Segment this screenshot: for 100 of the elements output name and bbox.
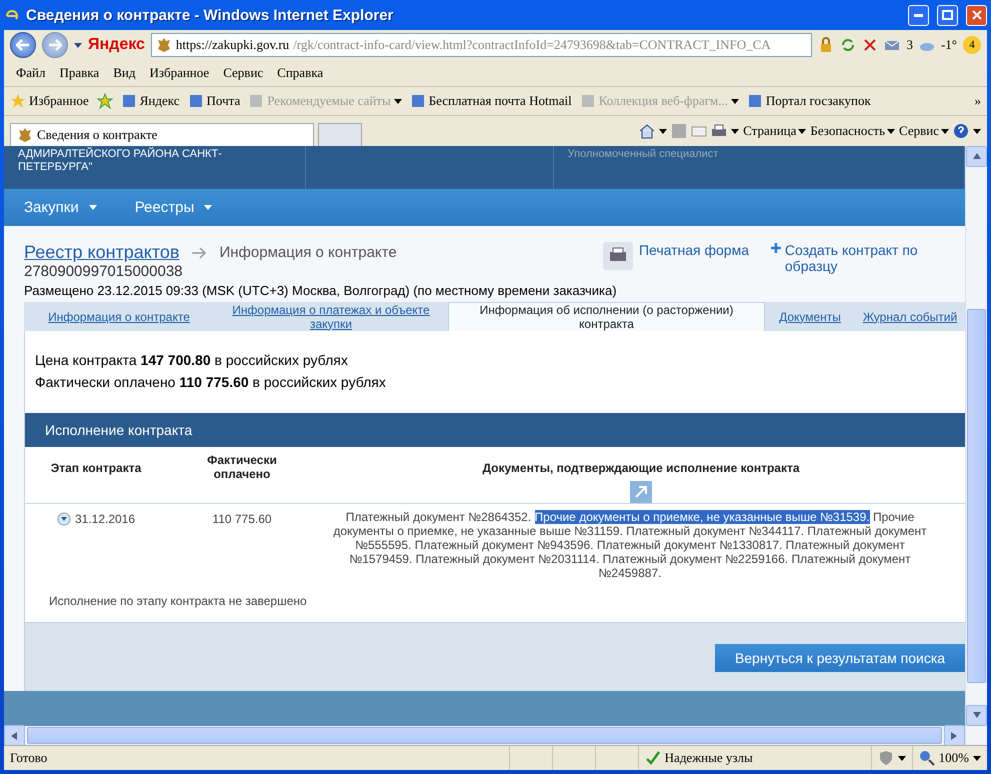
printer-icon: [711, 123, 728, 139]
nav-menu[interactable]: Закупки: [24, 199, 97, 216]
window-title: Сведения о контракте - Windows Internet Explorer: [26, 6, 394, 24]
command-menu[interactable]: Сервис: [899, 123, 949, 139]
emblem-icon: [17, 127, 33, 143]
close-icon: [972, 10, 982, 20]
page-tab[interactable]: Журнал событий: [855, 302, 965, 331]
favorite-link[interactable]: Яндекс: [120, 93, 180, 109]
back-button[interactable]: [10, 32, 36, 58]
caret-down-icon: [973, 756, 981, 760]
column-header: Этап контракта: [50, 460, 142, 475]
nav-menu[interactable]: Реестры: [134, 199, 212, 216]
minimize-button[interactable]: [908, 4, 929, 26]
minimize-icon: [914, 14, 923, 16]
refresh-icon: [840, 37, 856, 53]
star-icon: [10, 93, 26, 109]
summary-line: Фактически оплачено 110 775.60 в российских рублях: [35, 373, 387, 392]
arrow-right-icon: [48, 39, 62, 51]
command-menu[interactable]: Страница: [743, 123, 806, 139]
arrow-up-icon: [972, 152, 980, 160]
page-icon: [410, 93, 426, 109]
page-icon: [580, 93, 596, 109]
emblem-icon: [156, 37, 172, 53]
arrow-down-icon: [972, 712, 980, 720]
menu-item[interactable]: Правка: [54, 65, 106, 81]
documents-text: Платежный документ №2864352. Прочие документы о приемке, не указанные выше №31539. Прочие документы о приемке, не указанные выше №31159. Платежный документ №344117. Платежный документ №555595. Платежный документ №943596. Платежный документ №1330817. Платежный документ №1579459. Платежный документ №2031114. Платежный документ №2259166. Платежный документ №2459887.: [332, 509, 928, 580]
page-icon: [188, 93, 204, 109]
favorite-link[interactable]: Бесплатная почта Hotmail: [410, 93, 572, 109]
address-field[interactable]: https://zakupki.gov.ru /rgk/contract-info-card/view.html?contractInfoId=24793698&tab=CONTRACT_INFO_CA: [150, 33, 812, 57]
caret-down-icon: [394, 98, 402, 104]
close-button[interactable]: [966, 4, 987, 26]
security-zone: Надежные узлы: [664, 750, 753, 766]
checkmark-icon: [644, 750, 661, 766]
help-icon: [953, 123, 969, 139]
browser-tab[interactable]: Сведения о контракте: [10, 123, 314, 146]
caret-down-icon: [941, 128, 949, 134]
scroll-right-button[interactable]: [944, 725, 965, 746]
caret-down-icon: [798, 128, 806, 134]
scroll-left-button[interactable]: [4, 725, 25, 746]
caret-down-icon: [204, 205, 212, 210]
caret-down-icon: [973, 128, 981, 134]
create-link[interactable]: Создать контракт по образцу: [784, 242, 941, 274]
arrow-right-icon: [191, 244, 208, 260]
stage-status: Исполнение по этапу контракта не завершено: [48, 593, 308, 610]
page-title: Информация о контракте: [219, 244, 397, 261]
shield-icon: [878, 750, 894, 766]
page-tab[interactable]: Документы: [765, 302, 855, 331]
weather-text: -1°: [940, 37, 957, 53]
favorite-link[interactable]: Портал госзакупок: [746, 93, 871, 109]
home-icon: [639, 123, 656, 139]
zoom-level[interactable]: 100%: [938, 750, 969, 766]
column-header: Фактически оплачено: [206, 452, 278, 481]
scroll-up-button[interactable]: [966, 146, 987, 167]
caret-down-icon: [887, 128, 896, 134]
breadcrumb-link[interactable]: Реестр контрактов: [24, 242, 180, 263]
page-icon: [120, 93, 137, 109]
caret-down-icon: [659, 128, 668, 134]
status-text: Готово: [9, 749, 48, 767]
page-icon: [746, 93, 763, 109]
command-menu[interactable]: Безопасность: [810, 123, 896, 139]
maximize-icon: [942, 10, 953, 20]
print-link[interactable]: Печатная форма: [638, 242, 749, 270]
favorites-button[interactable]: Избранное: [10, 93, 89, 109]
scroll-down-button[interactable]: [966, 705, 987, 726]
caret-down-icon: [898, 756, 906, 760]
plus-icon: [771, 242, 781, 254]
page-tab[interactable]: Информация о платежах и объекте закупки: [214, 302, 448, 331]
printer-icon: [602, 242, 633, 270]
stage-date: 31.12.2016: [74, 512, 136, 526]
expand-toggle-icon: [56, 512, 71, 526]
menu-item[interactable]: Файл: [10, 65, 52, 81]
contract-number: 2780900997015000038: [24, 263, 184, 280]
menu-item[interactable]: Вид: [107, 65, 142, 81]
back-to-results-button[interactable]: Вернуться к результатам поиска: [715, 644, 965, 672]
menu-item[interactable]: Сервис: [217, 65, 270, 81]
page-tab[interactable]: Информация об исполнении (о расторжении) контракта: [448, 302, 765, 331]
add-favorite-icon: [96, 93, 113, 109]
stop-icon: [862, 37, 878, 53]
arrow-left-icon: [10, 732, 18, 740]
caret-down-icon: [88, 205, 97, 210]
vertical-scrollbar-thumb[interactable]: [967, 309, 986, 683]
notification-badge[interactable]: 4: [963, 36, 981, 54]
forward-button[interactable]: [42, 32, 68, 58]
more-button[interactable]: »: [974, 93, 981, 109]
favorite-link[interactable]: Почта: [188, 93, 240, 109]
page-tab[interactable]: Информация о контракте: [24, 302, 214, 331]
zoom-icon: [918, 750, 935, 766]
arrow-left-icon: [16, 39, 30, 51]
history-caret-icon: [74, 42, 82, 48]
menu-item[interactable]: Справка: [271, 65, 330, 81]
caret-down-icon: [731, 128, 740, 134]
maximize-button[interactable]: [937, 4, 958, 26]
horizontal-scrollbar-thumb[interactable]: [27, 727, 942, 744]
feed-icon: [671, 123, 688, 139]
paid-amount: 110 775.60: [211, 511, 273, 526]
summary-line: Цена контракта 147 700.80 в российских рублях: [35, 351, 349, 370]
menu-item[interactable]: Избранное: [143, 65, 216, 81]
section-title: Исполнение контракта: [25, 413, 965, 447]
column-header: Документы, подтверждающие исполнение контракта: [481, 460, 801, 475]
brand-logo[interactable]: Яндекс: [88, 36, 145, 54]
